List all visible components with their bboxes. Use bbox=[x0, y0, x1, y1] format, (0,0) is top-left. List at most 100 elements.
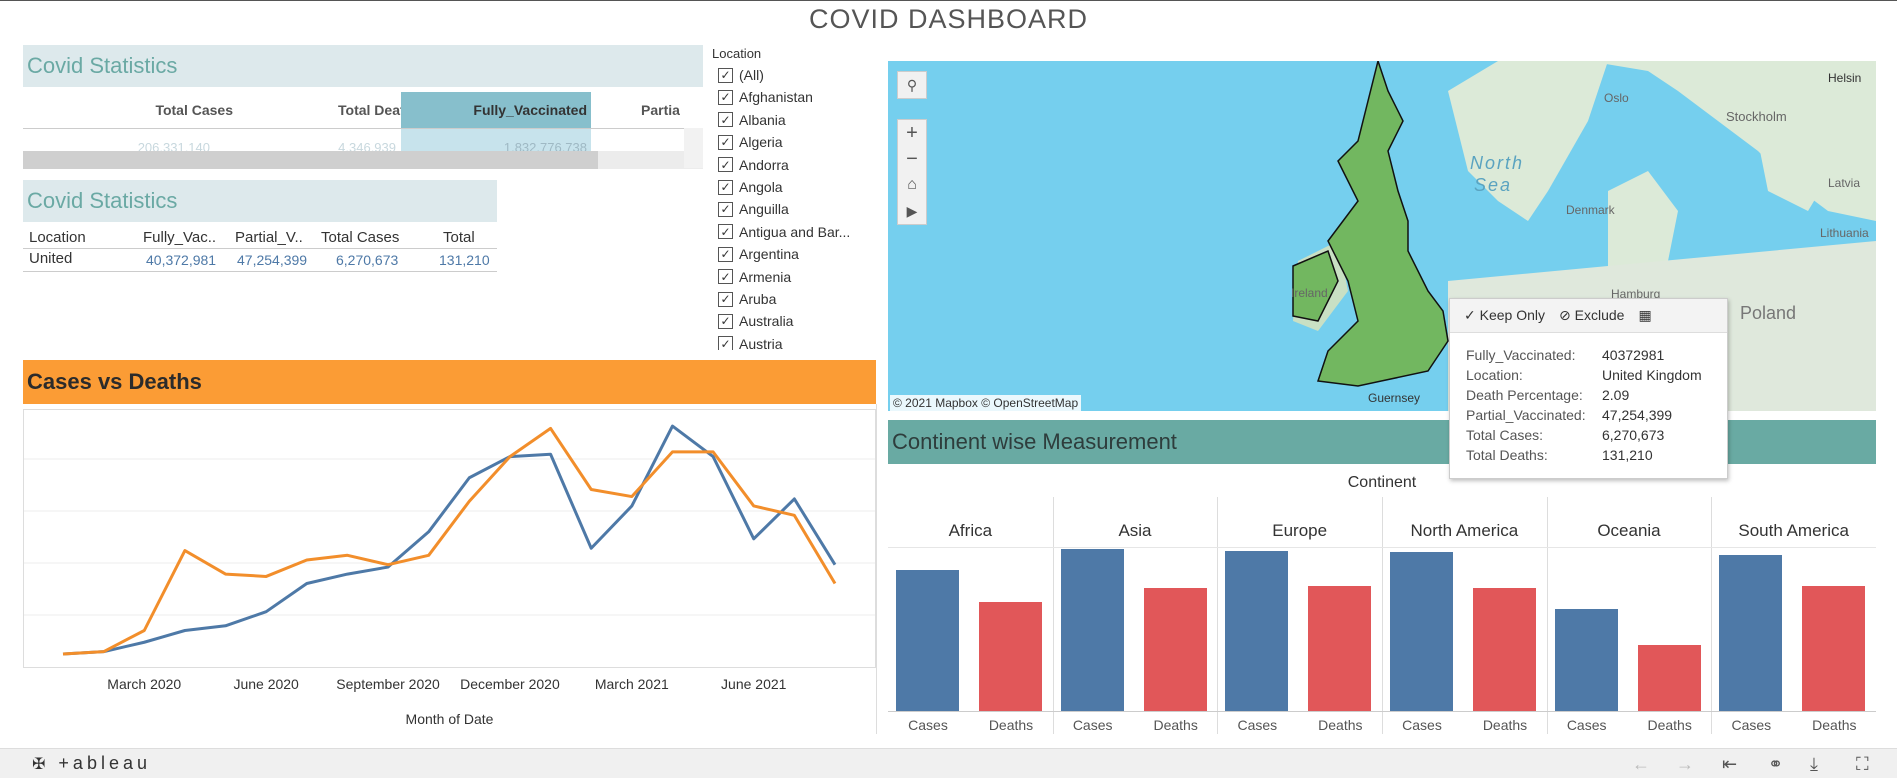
checkbox-icon[interactable]: ✓ bbox=[718, 269, 733, 285]
col-total-deaths[interactable]: Total Deaths bbox=[237, 92, 425, 128]
footer-bar: ✠ +ableau ← → ⇤ ⚭ ⤓ ⛶ bbox=[0, 748, 1897, 778]
tooltip-row: Location: United Kingdom bbox=[1466, 367, 1702, 383]
filter-item[interactable]: ✓ Aruba bbox=[718, 288, 776, 310]
filter-item[interactable]: ✓ Albania bbox=[718, 109, 786, 131]
checkbox-icon[interactable]: ✓ bbox=[718, 134, 733, 150]
zoom-out-button[interactable]: − bbox=[898, 146, 926, 172]
bar-deaths[interactable] bbox=[1308, 586, 1372, 711]
x-tick-label: December 2020 bbox=[460, 676, 560, 692]
map-toolbar: + − ⌂ ▶ bbox=[897, 119, 927, 225]
bar-cases[interactable] bbox=[1225, 550, 1289, 711]
checkbox-icon[interactable]: ✓ bbox=[718, 112, 733, 128]
tooltip-key: Total Cases: bbox=[1466, 427, 1544, 443]
bar-cases[interactable] bbox=[896, 570, 959, 711]
bar-cases[interactable] bbox=[1554, 608, 1618, 711]
exclude-button[interactable]: ⊘ Exclude bbox=[1559, 307, 1624, 324]
redo-icon[interactable]: → bbox=[1676, 754, 1694, 775]
share-icon[interactable]: ⚭ bbox=[1768, 754, 1783, 775]
map-label-poland: Poland bbox=[1740, 303, 1797, 323]
filter-item[interactable]: ✓ Afghanistan bbox=[718, 86, 813, 108]
tooltip-key: Location: bbox=[1466, 367, 1523, 383]
filter-item[interactable]: ✓ (All) bbox=[718, 64, 764, 86]
checkbox-icon[interactable]: ✓ bbox=[718, 201, 733, 217]
continent-chart[interactable]: Africa Cases Deaths Asia Cases Deaths Europe Ca… bbox=[888, 497, 1876, 734]
filter-item[interactable]: ✓ Australia bbox=[718, 310, 793, 332]
checkbox-icon[interactable]: ✓ bbox=[718, 246, 733, 262]
filter-item[interactable]: ✓ Antigua and Bar... bbox=[718, 221, 850, 243]
tableau-logo[interactable]: ✠ +ableau bbox=[32, 753, 151, 774]
bar-cases[interactable] bbox=[1390, 552, 1453, 711]
bar-deaths[interactable] bbox=[1637, 644, 1701, 711]
bar-deaths[interactable] bbox=[979, 602, 1042, 711]
checkbox-icon[interactable]: ✓ bbox=[718, 179, 733, 195]
filter-item[interactable]: ✓ Austria bbox=[718, 333, 783, 350]
col-location[interactable]: Location bbox=[29, 229, 86, 246]
col-partial[interactable]: Partia bbox=[591, 92, 711, 128]
col-fully-vac[interactable]: Fully_Vac.. bbox=[143, 229, 216, 246]
home-button[interactable]: ⌂ bbox=[898, 172, 926, 198]
checkbox-icon[interactable]: ✓ bbox=[718, 89, 733, 105]
bar-deaths[interactable] bbox=[1473, 587, 1536, 711]
filter-item[interactable]: ✓ Andorra bbox=[718, 154, 789, 176]
filter-item[interactable]: ✓ Algeria bbox=[718, 131, 783, 153]
continent-name: Oceania bbox=[1597, 521, 1661, 540]
view-data-button[interactable]: ▦ bbox=[1638, 307, 1651, 324]
bar-deaths[interactable] bbox=[1802, 586, 1866, 711]
bar-label: Cases bbox=[1402, 717, 1442, 733]
x-tick-label: June 2021 bbox=[721, 676, 787, 692]
continent-name: Africa bbox=[948, 521, 993, 540]
tableau-logo-icon: ✠ bbox=[32, 756, 50, 773]
bar-deaths[interactable] bbox=[1143, 587, 1207, 711]
map-label-oslo: Oslo bbox=[1604, 91, 1629, 105]
checkbox-icon[interactable]: ✓ bbox=[718, 313, 733, 329]
checkbox-icon[interactable]: ✓ bbox=[718, 291, 733, 307]
exclude-icon: ⊘ bbox=[1559, 307, 1571, 323]
col-total-cases-2[interactable]: Total Cases bbox=[321, 229, 399, 246]
tooltip-value: United Kingdom bbox=[1602, 367, 1702, 383]
filter-item-label: Aruba bbox=[739, 291, 777, 307]
col-fully-vaccinated[interactable]: Fully_Vaccinated bbox=[401, 92, 591, 128]
checkbox-icon[interactable]: ✓ bbox=[718, 336, 733, 350]
continent-name: South America bbox=[1738, 521, 1849, 540]
bar-cases[interactable] bbox=[1060, 549, 1124, 711]
h-scrollbar-thumb[interactable] bbox=[23, 151, 598, 169]
series-line-1 bbox=[62, 426, 837, 656]
map-search-button[interactable]: ⚲ bbox=[897, 71, 927, 99]
map-label-guernsey: Guernsey bbox=[1368, 391, 1421, 405]
v-scrollbar[interactable] bbox=[684, 128, 703, 168]
bar-cases[interactable] bbox=[1719, 555, 1783, 711]
checkbox-icon[interactable]: ✓ bbox=[718, 224, 733, 240]
continent-gridline bbox=[888, 547, 1876, 548]
expand-button[interactable]: ▶ bbox=[898, 198, 926, 224]
search-icon: ⚲ bbox=[906, 76, 918, 93]
checkbox-icon[interactable]: ✓ bbox=[718, 157, 733, 173]
zoom-in-button[interactable]: + bbox=[898, 120, 926, 146]
col-partial-v[interactable]: Partial_V.. bbox=[235, 229, 303, 246]
filter-item[interactable]: ✓ Angola bbox=[718, 176, 783, 198]
bar-label: Cases bbox=[1072, 717, 1113, 733]
location-filter-list: ✓ (All) ✓ Afghanistan ✓ Albania ✓ Algeria ✓ Andor… bbox=[712, 64, 882, 350]
undo-icon[interactable]: ← bbox=[1632, 754, 1650, 775]
row-location: United bbox=[29, 250, 73, 267]
checkbox-icon[interactable]: ✓ bbox=[718, 67, 733, 83]
filter-item[interactable]: ✓ Armenia bbox=[718, 266, 791, 288]
keep-only-button[interactable]: ✓ Keep Only bbox=[1464, 307, 1545, 324]
filter-item[interactable]: ✓ Anguilla bbox=[718, 198, 789, 220]
col-total-2[interactable]: Total bbox=[443, 229, 475, 246]
col-total-cases[interactable]: Total Cases bbox=[103, 92, 237, 128]
cases-vs-deaths-chart[interactable] bbox=[23, 409, 876, 669]
row-total: 131,210 bbox=[439, 252, 490, 268]
filter-item[interactable]: ✓ Argentina bbox=[718, 243, 799, 265]
download-icon[interactable]: ⤓ bbox=[1810, 754, 1818, 775]
norway-land bbox=[1448, 61, 1608, 221]
fullscreen-icon[interactable]: ⛶ bbox=[1856, 754, 1869, 775]
bar-label: Deaths bbox=[1812, 717, 1857, 733]
filter-item-label: Andorra bbox=[739, 156, 789, 173]
dashboard-title: COVID DASHBOARD bbox=[808, 4, 1089, 34]
filter-item-label: Antigua and Bar... bbox=[739, 223, 851, 240]
revert-icon[interactable]: ⇤ bbox=[1722, 754, 1737, 775]
map-attribution[interactable]: © 2021 Mapbox © OpenStreetMap bbox=[890, 395, 1082, 411]
covid-stats-2-title: Covid Statistics bbox=[27, 188, 178, 213]
tooltip-key: Fully_Vaccinated: bbox=[1466, 347, 1576, 363]
home-icon: ⌂ bbox=[907, 176, 917, 193]
